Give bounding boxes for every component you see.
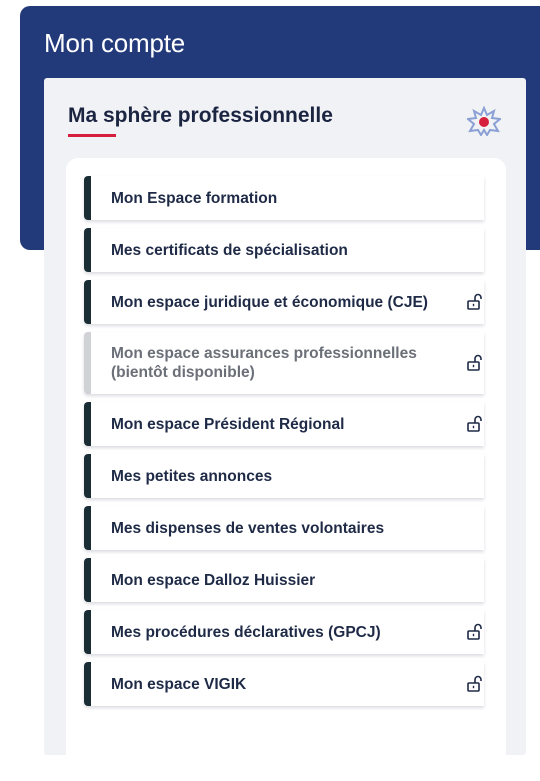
menu-item-label: Mes petites annonces <box>111 467 273 485</box>
menu-item-label: Mes dispenses de ventes volontaires <box>111 519 385 537</box>
menu-item-president-regional[interactable]: Mon espace Président Régional <box>84 402 484 446</box>
menu-list: Mon Espace formation Mes certificats de … <box>84 176 484 714</box>
menu-item-formation[interactable]: Mon Espace formation <box>84 176 484 220</box>
unlocked-padlock-icon <box>467 293 482 310</box>
menu-item-label: Mes certificats de spécialisation <box>111 241 348 259</box>
menu-panel: Mon Espace formation Mes certificats de … <box>66 158 506 758</box>
menu-item-label: Mon espace juridique et économique (CJE) <box>111 293 428 311</box>
menu-item-certificats[interactable]: Mes certificats de spécialisation <box>84 228 484 272</box>
menu-item-vigik[interactable]: Mon espace VIGIK <box>84 662 484 706</box>
menu-item-label: Mon espace assurances professionnelles (… <box>111 345 417 381</box>
unlocked-padlock-icon <box>467 354 482 371</box>
menu-item-dispenses[interactable]: Mes dispenses de ventes volontaires <box>84 506 484 550</box>
card-title: Ma sphère professionnelle <box>68 104 333 127</box>
menu-item-label: Mon Espace formation <box>111 189 278 207</box>
menu-item-assurances: Mon espace assurances professionnelles (… <box>84 332 484 394</box>
unlocked-padlock-icon <box>467 675 482 692</box>
professional-sphere-card: Ma sphère professionnelle Mon Espace for… <box>44 78 526 758</box>
menu-item-label: Mon espace VIGIK <box>111 675 247 693</box>
menu-item-label: Mon espace Dalloz Huissier <box>111 571 316 589</box>
menu-item-label: Mon espace Président Régional <box>111 415 345 433</box>
unlocked-padlock-icon <box>467 415 482 432</box>
page-title: Mon compte <box>44 28 186 58</box>
menu-item-dalloz[interactable]: Mon espace Dalloz Huissier <box>84 558 484 602</box>
menu-item-juridique[interactable]: Mon espace juridique et économique (CJE) <box>84 280 484 324</box>
menu-item-petites-annonces[interactable]: Mes petites annonces <box>84 454 484 498</box>
star-emblem-icon <box>467 106 501 136</box>
menu-item-label: Mes procédures déclaratives (GPCJ) <box>111 623 381 641</box>
menu-item-gpcj[interactable]: Mes procédures déclaratives (GPCJ) <box>84 610 484 654</box>
title-underline <box>68 134 116 137</box>
unlocked-padlock-icon <box>467 623 482 640</box>
